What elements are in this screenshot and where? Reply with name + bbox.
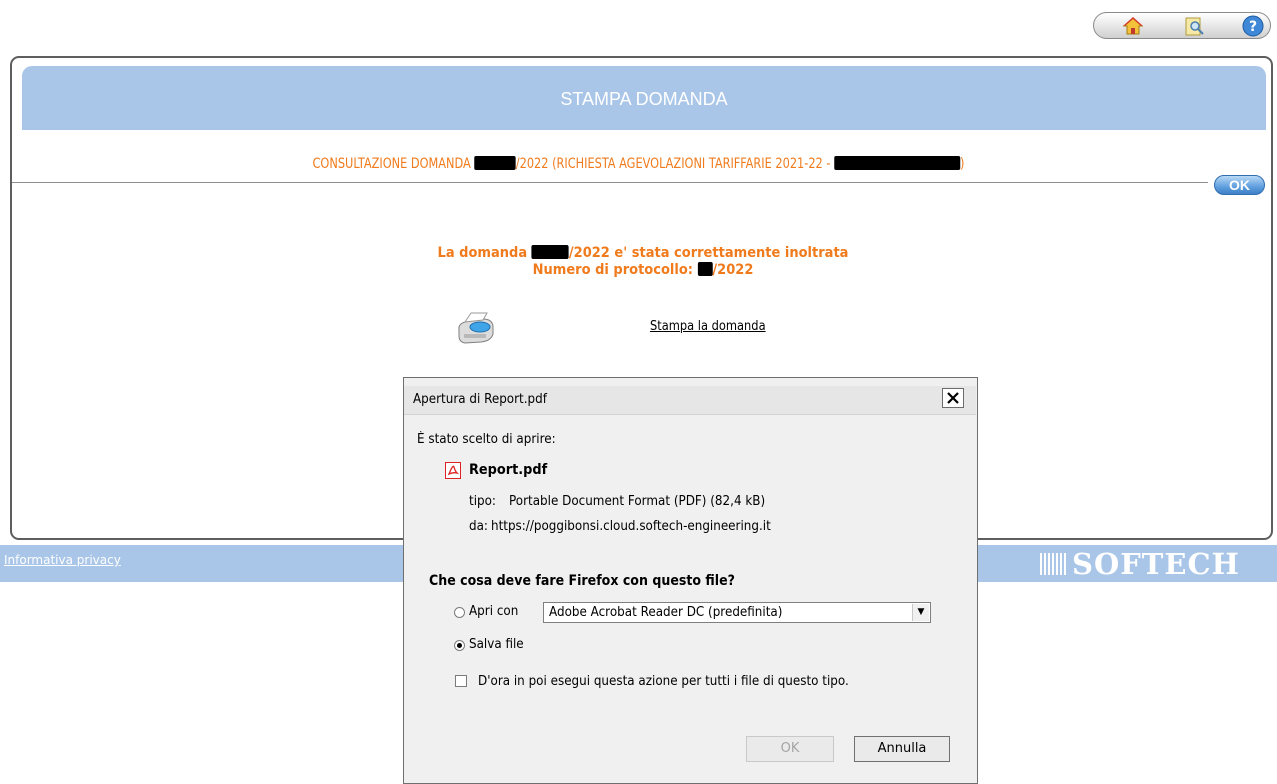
dialog-intro: È stato scelto di aprire: <box>417 432 556 447</box>
file-type-value: Portable Document Format (PDF) (82,4 kB) <box>509 494 766 509</box>
ok-button[interactable]: OK <box>1214 175 1265 195</box>
redacted-block <box>697 262 713 276</box>
remember-label[interactable]: D'ora in poi esegui questa azione per tu… <box>478 674 849 689</box>
home-icon[interactable] <box>1122 15 1144 37</box>
file-source-label: da: <box>469 519 488 534</box>
close-icon <box>947 392 959 404</box>
redacted-block <box>834 156 961 170</box>
open-with-label[interactable]: Apri con <box>469 604 518 619</box>
divider <box>12 182 1208 183</box>
privacy-link[interactable]: Informativa privacy <box>4 553 121 567</box>
file-type-label: tipo: <box>469 494 496 509</box>
page-title: STAMPA DOMANDA <box>560 89 728 109</box>
open-with-value: Adobe Acrobat Reader DC (predefinita) <box>549 605 783 620</box>
search-document-icon[interactable] <box>1183 15 1205 37</box>
pdf-file-icon <box>445 462 461 479</box>
redacted-block <box>531 245 569 259</box>
dialog-cancel-button[interactable]: Annulla <box>854 736 950 762</box>
dialog-title: Apertura di Report.pdf <box>413 392 547 407</box>
save-file-label[interactable]: Salva file <box>469 637 524 652</box>
dialog-ok-button[interactable]: OK <box>746 736 834 762</box>
redacted-block <box>474 156 516 170</box>
dialog-close-button[interactable] <box>942 388 964 408</box>
printer-icon[interactable] <box>455 310 497 346</box>
download-dialog: Apertura di Report.pdf È stato scelto di… <box>403 377 978 784</box>
print-link[interactable]: Stampa la domanda <box>650 319 766 334</box>
barcode-icon <box>1040 553 1066 575</box>
confirmation-message: La domanda /2022 e' stata correttamente … <box>437 245 849 261</box>
chevron-down-icon[interactable]: ▼ <box>912 604 929 621</box>
action-question: Che cosa deve fare Firefox con questo fi… <box>429 573 735 589</box>
help-icon[interactable]: ? <box>1242 15 1264 37</box>
open-with-select[interactable]: Adobe Acrobat Reader DC (predefinita) ▼ <box>543 602 931 623</box>
save-file-radio[interactable] <box>454 640 465 651</box>
file-name: Report.pdf <box>469 462 548 478</box>
protocol-number: Numero di protocollo: /2022 <box>532 262 754 278</box>
svg-text:?: ? <box>1249 19 1257 35</box>
open-with-radio[interactable] <box>454 607 465 618</box>
consultation-title: CONSULTAZIONE DOMANDA /2022 (RICHIESTA A… <box>312 156 965 172</box>
softech-logo: SOFTECH <box>1040 547 1240 581</box>
top-toolbar: ? <box>1093 12 1271 39</box>
remember-checkbox[interactable] <box>455 675 467 687</box>
file-source-value: https://poggibonsi.cloud.softech-enginee… <box>491 519 771 534</box>
